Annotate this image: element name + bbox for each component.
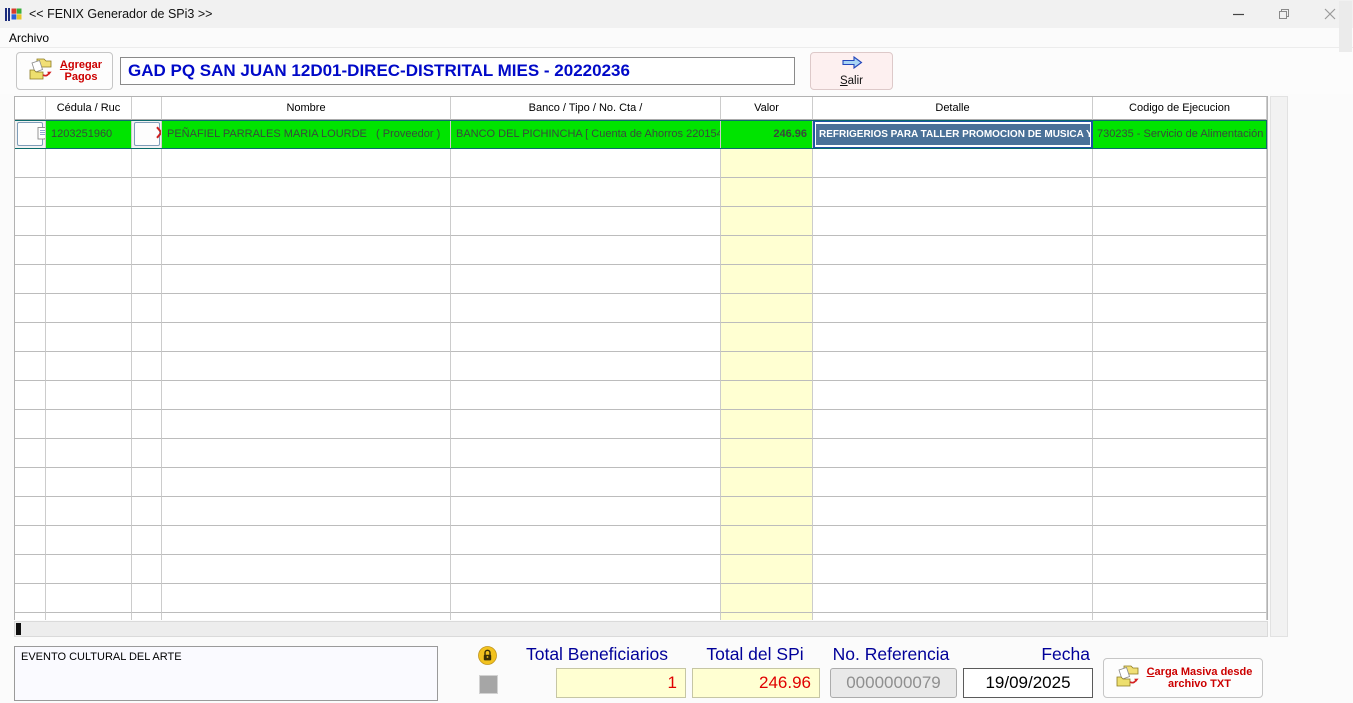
header-detalle: Detalle: [813, 97, 1093, 120]
window-title: << FENIX Generador de SPi3 >>: [29, 7, 213, 21]
salir-label: Salir: [839, 75, 863, 87]
table-row-empty: [15, 149, 1267, 178]
lock-icon[interactable]: [478, 646, 497, 665]
table-row-empty: [15, 555, 1267, 584]
table-row-empty: [15, 526, 1267, 555]
table-row: 1203251960 PEÑAFIEL PARRALES MARIA LOURD…: [15, 120, 1267, 149]
cell-cedula: 1203251960: [46, 120, 132, 149]
menu-item-archivo[interactable]: Archivo: [9, 31, 49, 45]
descripcion-scrollbar[interactable]: [1339, 1, 1352, 52]
total-beneficiarios-label: Total Beneficiarios: [525, 644, 669, 664]
header-banco: Banco / Tipo / No. Cta /: [451, 97, 721, 120]
cell-detalle[interactable]: REFRIGERIOS PARA TALLER PROMOCION DE MUS…: [813, 120, 1093, 149]
carga-masiva-icon: [1114, 663, 1142, 694]
descripcion-textarea[interactable]: EVENTO CULTURAL DEL ARTE: [14, 646, 438, 701]
total-spi-value: 246.96: [692, 668, 820, 698]
table-row-empty: [15, 584, 1267, 613]
restore-button[interactable]: [1261, 0, 1307, 28]
table-row-empty: [15, 207, 1267, 236]
gray-indicator-square: [479, 675, 498, 694]
edit-row-icon: [15, 120, 45, 148]
table-row-empty: [15, 381, 1267, 410]
table-row-empty: [15, 497, 1267, 526]
total-spi-label: Total del SPi: [706, 644, 804, 664]
toolbar: AgregarPagos Salir: [0, 47, 1353, 94]
table-row-empty: [15, 352, 1267, 381]
table-row-empty: [15, 178, 1267, 207]
table-row-empty: [15, 410, 1267, 439]
header-delete-col: [132, 97, 162, 120]
table-row-empty: [15, 265, 1267, 294]
edit-row-button[interactable]: [15, 120, 45, 148]
fecha-label: Fecha: [1041, 644, 1090, 664]
detalle-selected-text: REFRIGERIOS PARA TALLER PROMOCION DE MUS…: [816, 124, 1090, 145]
table-row-empty: [15, 439, 1267, 468]
agregar-pagos-button[interactable]: Agregar Pagos: [16, 52, 113, 90]
cell-valor: 246.96: [721, 120, 813, 149]
carga-masiva-button[interactable]: Carga Masiva desde archivo TXT: [1103, 658, 1263, 698]
vertical-scrollbar[interactable]: [1270, 96, 1288, 637]
salir-button[interactable]: Salir: [810, 52, 893, 90]
no-referencia-value: 0000000079: [830, 668, 957, 698]
titulo-spi-input[interactable]: [120, 57, 795, 85]
table-row-empty: [15, 294, 1267, 323]
cell-codigo: 730235 - Servicio de Alimentación: [1093, 120, 1267, 149]
header-edit-col: [15, 97, 46, 120]
table-row-empty: [15, 468, 1267, 497]
agregar-pagos-icon: [27, 56, 55, 87]
header-cedula: Cédula / Ruc: [46, 97, 132, 120]
delete-row-icon: [132, 120, 161, 148]
table-header-row: Cédula / Ruc Nombre Banco / Tipo / No. C…: [15, 97, 1267, 120]
horizontal-scrollbar[interactable]: [14, 621, 1268, 637]
minimize-button[interactable]: [1215, 0, 1261, 28]
pagos-table: Cédula / Ruc Nombre Banco / Tipo / No. C…: [14, 96, 1268, 620]
table-row-empty: [15, 613, 1267, 620]
cell-nombre: PEÑAFIEL PARRALES MARIA LOURDE ( Proveed…: [162, 120, 451, 149]
total-beneficiarios-value: 1: [556, 668, 686, 698]
header-nombre: Nombre: [162, 97, 451, 120]
titlebar: << FENIX Generador de SPi3 >>: [0, 0, 1353, 28]
carga-masiva-label: Carga Masiva desde archivo TXT: [1146, 666, 1253, 690]
agregar-pagos-label: Agregar Pagos: [59, 59, 103, 83]
cell-banco: BANCO DEL PICHINCHA [ Cuenta de Ahorros …: [451, 120, 721, 149]
table-row-empty: [15, 236, 1267, 265]
table-row-empty: [15, 323, 1267, 352]
no-referencia-label: No. Referencia: [832, 644, 950, 664]
menubar: Archivo: [0, 28, 1353, 47]
header-codigo: Codigo de Ejecucion: [1093, 97, 1267, 120]
app-icon: [5, 6, 22, 23]
fecha-input[interactable]: 19/09/2025: [963, 668, 1093, 698]
horizontal-scrollbar-thumb[interactable]: [16, 623, 21, 635]
delete-row-button[interactable]: [132, 120, 161, 148]
header-valor: Valor: [721, 97, 813, 120]
salir-icon: [840, 55, 864, 75]
